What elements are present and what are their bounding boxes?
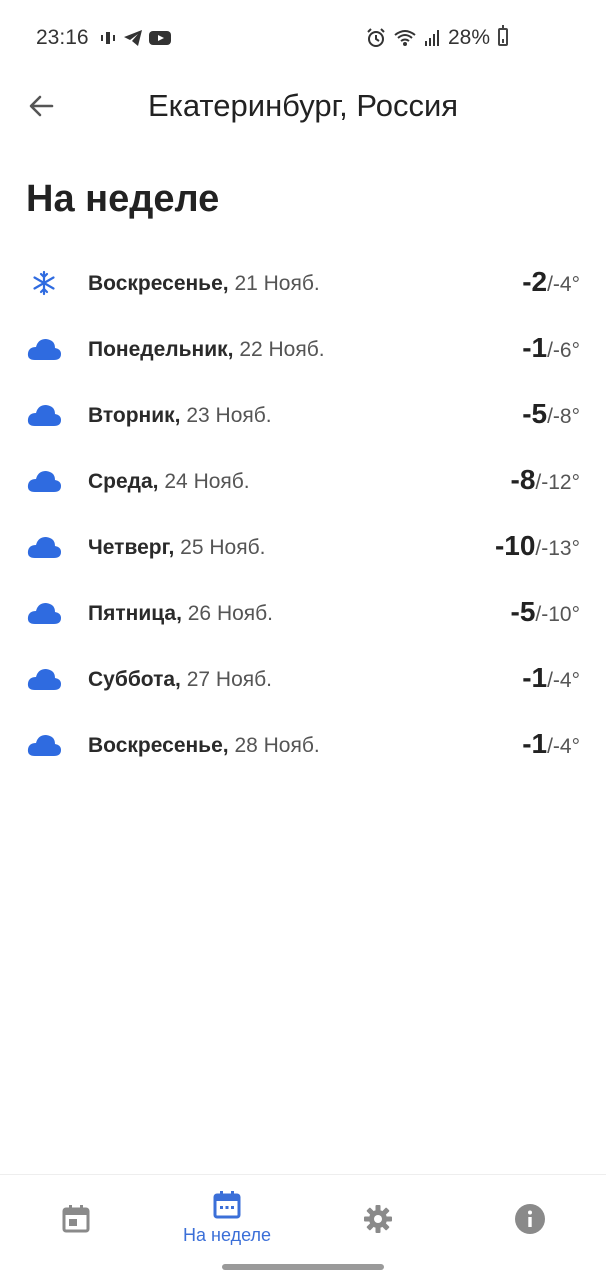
snowflake-icon xyxy=(33,270,55,296)
temp-low: /-4° xyxy=(547,669,580,692)
temp-low: /-10° xyxy=(535,603,580,626)
temp-low: /-12° xyxy=(535,471,580,494)
vibration-icon xyxy=(100,32,115,44)
gear-icon xyxy=(364,1205,392,1233)
forecast-row[interactable]: Воскресенье, 21 Нояб. -2/-4° xyxy=(0,252,606,318)
forecast-row[interactable]: Четверг, 25 Нояб. -10/-13° xyxy=(0,516,606,582)
calendar-day-icon xyxy=(62,1205,90,1233)
forecast-row[interactable]: Среда, 24 Нояб. -8/-12° xyxy=(0,450,606,516)
forecast-row[interactable]: Понедельник, 22 Нояб. -1/-6° xyxy=(0,318,606,384)
info-icon xyxy=(515,1204,545,1234)
temp-high: -1 xyxy=(522,332,548,363)
page-title: Екатеринбург, Россия xyxy=(147,88,459,123)
cloud-icon xyxy=(27,339,61,360)
cloud-icon xyxy=(27,537,61,558)
section-title: На неделе xyxy=(26,178,220,220)
forecast-row[interactable]: Суббота, 27 Нояб. -1/-4° xyxy=(0,648,606,714)
alarm-icon xyxy=(367,28,385,47)
day-name: Вторник, xyxy=(88,404,181,427)
temp-high: -5 xyxy=(522,398,548,429)
day-date: 25 Нояб. xyxy=(180,536,266,559)
day-date: 22 Нояб. xyxy=(239,338,325,361)
battery-icon xyxy=(498,25,508,46)
home-indicator[interactable] xyxy=(222,1264,384,1270)
temp-high: -1 xyxy=(522,662,548,693)
status-bar: 23:16 28% xyxy=(0,0,606,76)
temp-low: /-4° xyxy=(547,735,580,758)
nav-week[interactable]: На неделе xyxy=(167,1189,287,1246)
day-date: 28 Нояб. xyxy=(234,734,320,757)
temp-high: -1 xyxy=(522,728,548,759)
signal-icon xyxy=(424,30,439,46)
day-date: 24 Нояб. xyxy=(164,470,250,493)
day-date: 21 Нояб. xyxy=(234,272,320,295)
temp-high: -8 xyxy=(510,464,536,495)
forecast-list: Воскресенье, 21 Нояб. -2/-4° Понедельник… xyxy=(0,252,606,780)
day-name: Пятница, xyxy=(88,602,182,625)
telegram-icon xyxy=(123,30,142,46)
temp-low: /-8° xyxy=(547,405,580,428)
day-name: Воскресенье, xyxy=(88,734,229,757)
day-name: Среда, xyxy=(88,470,159,493)
temp-high: -5 xyxy=(510,596,536,627)
day-date: 27 Нояб. xyxy=(186,668,273,691)
temp-high: -2 xyxy=(522,266,548,297)
cloud-icon xyxy=(27,735,61,756)
nav-info[interactable] xyxy=(470,1189,590,1235)
nav-week-label: На неделе xyxy=(183,1225,271,1245)
day-name: Суббота, xyxy=(88,668,181,691)
day-date: 23 Нояб. xyxy=(186,404,272,427)
day-date: 26 Нояб. xyxy=(187,602,274,625)
temp-low: /-13° xyxy=(535,537,580,560)
temp-low: /-6° xyxy=(547,339,580,362)
forecast-row[interactable]: Вторник, 23 Нояб. -5/-8° xyxy=(0,384,606,450)
temp-low: /-4° xyxy=(547,273,580,296)
calendar-week-icon xyxy=(213,1191,241,1219)
day-name: Понедельник, xyxy=(88,338,234,361)
wifi-icon xyxy=(394,30,416,46)
status-left: 23:16 xyxy=(36,26,171,50)
battery-percent: 28% xyxy=(447,26,490,49)
forecast-row[interactable]: Пятница, 26 Нояб. -5/-10° xyxy=(0,582,606,648)
status-right: 28% xyxy=(366,26,490,50)
temp-high: -10 xyxy=(494,530,536,561)
cloud-icon xyxy=(27,471,61,492)
cloud-icon xyxy=(27,669,61,690)
top-bar: Екатеринбург, Россия xyxy=(0,76,606,136)
status-time: 23:16 xyxy=(36,26,89,49)
nav-settings[interactable] xyxy=(318,1189,438,1235)
youtube-icon xyxy=(148,31,171,45)
forecast-row[interactable]: Воскресенье, 28 Нояб. -1/-4° xyxy=(0,714,606,780)
cloud-icon xyxy=(27,603,61,624)
cloud-icon xyxy=(27,405,61,426)
nav-today[interactable] xyxy=(16,1189,136,1235)
day-name: Четверг, xyxy=(88,536,175,559)
day-name: Воскресенье, xyxy=(88,272,229,295)
